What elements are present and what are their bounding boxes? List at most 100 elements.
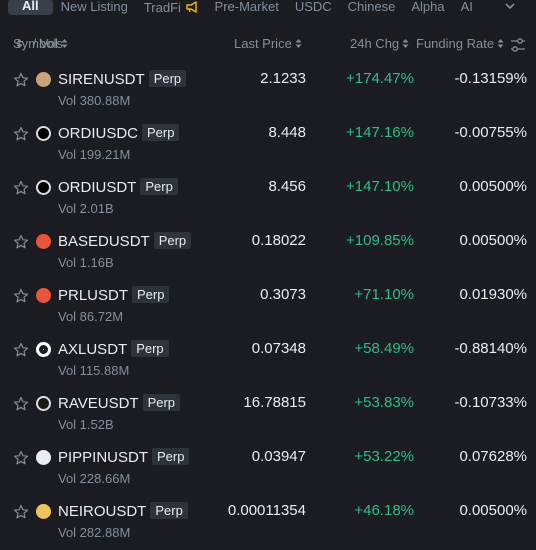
star-icon[interactable]	[13, 288, 29, 304]
volume-text: Vol 282.88M	[58, 525, 131, 540]
perp-badge: Perp	[140, 178, 178, 195]
change-percent: +46.18%	[354, 502, 414, 519]
table-row[interactable]: SIRENUSDT Perp Vol 380.88M 2.1233 +174.47% -0…	[0, 64, 536, 118]
change-header[interactable]: 24h Chg	[350, 36, 409, 51]
perp-badge: Perp	[150, 502, 188, 519]
star-icon[interactable]	[13, 342, 29, 358]
volume-text: Vol 380.88M	[58, 93, 131, 108]
funding-rate: -0.00755%	[454, 124, 527, 141]
perp-badge: Perp	[142, 124, 180, 141]
table-row[interactable]: RAVEUSDT Perp Vol 1.52B 16.78815 +53.83% -0.1…	[0, 388, 536, 442]
based-coin-icon	[36, 234, 51, 249]
last-price: 0.18022	[251, 232, 306, 249]
last-price: 8.456	[268, 178, 306, 195]
symbol-name: ORDIUSDC Perp	[58, 124, 180, 142]
volume-text: Vol 86.72M	[58, 309, 124, 324]
last-price: 16.78815	[243, 394, 306, 411]
funding-rate: -0.88140%	[454, 340, 527, 357]
tab-pre-market[interactable]: Pre-Market	[207, 0, 287, 14]
change-percent: +53.83%	[354, 394, 414, 411]
table-row[interactable]: ORDIUSDC Perp Vol 199.21M 8.448 +147.16% -0.0…	[0, 118, 536, 172]
siren-coin-icon	[36, 72, 51, 87]
star-icon[interactable]	[13, 396, 29, 412]
column-header: Symbols / Vol Last Price 24h Chg Funding…	[0, 36, 536, 56]
megaphone-icon	[185, 0, 197, 13]
table-row[interactable]: AXLUSDT Perp Vol 115.88M 0.07348 +58.49% -0.8…	[0, 334, 536, 388]
star-icon[interactable]	[13, 180, 29, 196]
chevron-down-icon[interactable]	[504, 0, 516, 12]
neiro-coin-icon	[36, 504, 51, 519]
rave-coin-icon	[36, 396, 51, 411]
change-header-label: 24h Chg	[350, 36, 400, 51]
change-percent: +147.16%	[346, 124, 414, 141]
tab-tradfi-label: TradFi	[143, 0, 181, 15]
funding-header[interactable]: Funding Rate	[416, 36, 504, 51]
symbols-header-label: Symbols	[13, 36, 63, 51]
symbols-header[interactable]: Symbols / Vol	[13, 36, 68, 51]
perp-badge: Perp	[131, 340, 169, 357]
funding-rate: 0.01930%	[459, 286, 527, 303]
star-icon[interactable]	[13, 504, 29, 520]
symbol-label: AXLUSDT	[58, 341, 128, 358]
table-row[interactable]: PIPPINUSDT Perp Vol 228.66M 0.03947 +53.22% 0…	[0, 442, 536, 496]
ordi-coin-icon	[36, 180, 51, 195]
table-row[interactable]: PRLUSDT Perp Vol 86.72M 0.3073 +71.10% 0.0193…	[0, 280, 536, 334]
change-percent: +53.22%	[354, 448, 414, 465]
tab-ai[interactable]: AI	[453, 0, 481, 14]
volume-text: Vol 228.66M	[58, 471, 131, 486]
funding-rate: 0.00500%	[459, 178, 527, 195]
symbol-label: ORDIUSDC	[58, 125, 139, 142]
prl-coin-icon	[36, 288, 51, 303]
funding-header-label: Funding Rate	[416, 36, 495, 51]
symbol-name: SIRENUSDT Perp	[58, 70, 187, 88]
last-price: 0.00011354	[227, 502, 306, 519]
tab-chinese[interactable]: Chinese	[340, 0, 404, 14]
volume-text: Vol 2.01B	[58, 201, 114, 216]
tab-new-listing[interactable]: New Listing	[53, 0, 136, 14]
symbol-name: PIPPINUSDT Perp	[58, 448, 190, 466]
star-icon[interactable]	[13, 234, 29, 250]
symbol-name: PRLUSDT Perp	[58, 286, 170, 304]
symbol-label: NEIROUSDT	[58, 503, 147, 520]
perp-badge: Perp	[152, 448, 190, 465]
axl-coin-icon	[36, 342, 51, 357]
pippin-coin-icon	[36, 450, 51, 465]
symbol-label: SIRENUSDT	[58, 71, 145, 88]
symbol-label: PIPPINUSDT	[58, 449, 149, 466]
last-price-header-label: Last Price	[234, 36, 292, 51]
funding-rate: 0.00500%	[459, 232, 527, 249]
table-row[interactable]: ORDIUSDT Perp Vol 2.01B 8.456 +147.10% 0.0050…	[0, 172, 536, 226]
category-tabs: All New Listing TradFi Pre-Market USDC C…	[0, 0, 536, 15]
change-percent: +109.85%	[346, 232, 414, 249]
tab-all[interactable]: All	[8, 0, 53, 15]
last-price: 2.1233	[260, 70, 306, 87]
sort-icon	[295, 39, 302, 48]
last-price-header[interactable]: Last Price	[234, 36, 302, 51]
sort-icon	[497, 39, 504, 48]
symbol-label: PRLUSDT	[58, 287, 129, 304]
star-icon[interactable]	[13, 450, 29, 466]
star-icon[interactable]	[13, 126, 29, 142]
volume-text: Vol 115.88M	[58, 363, 130, 378]
symbol-name: RAVEUSDT Perp	[58, 394, 181, 412]
funding-rate: 0.00500%	[459, 502, 527, 519]
funding-rate: -0.13159%	[454, 70, 527, 87]
table-row[interactable]: BASEDUSDT Perp Vol 1.16B 0.18022 +109.85% 0.0…	[0, 226, 536, 280]
last-price: 0.03947	[251, 448, 306, 465]
sort-icon	[402, 39, 409, 48]
volume-text: Vol 199.21M	[58, 147, 131, 162]
change-percent: +147.10%	[346, 178, 414, 195]
volume-text: Vol 1.52B	[58, 417, 114, 432]
tab-usdc[interactable]: USDC	[287, 0, 340, 14]
settings-sliders-icon[interactable]	[510, 37, 526, 53]
last-price: 8.448	[268, 124, 306, 141]
perp-badge: Perp	[132, 286, 170, 303]
tab-alpha[interactable]: Alpha	[403, 0, 452, 14]
ordi-coin-icon	[36, 126, 51, 141]
funding-rate: -0.10733%	[454, 394, 527, 411]
tab-tradfi[interactable]: TradFi	[136, 0, 207, 15]
last-price: 0.3073	[260, 286, 306, 303]
star-icon[interactable]	[13, 72, 29, 88]
perp-badge: Perp	[142, 394, 181, 411]
symbol-name: AXLUSDT Perp	[58, 340, 169, 358]
